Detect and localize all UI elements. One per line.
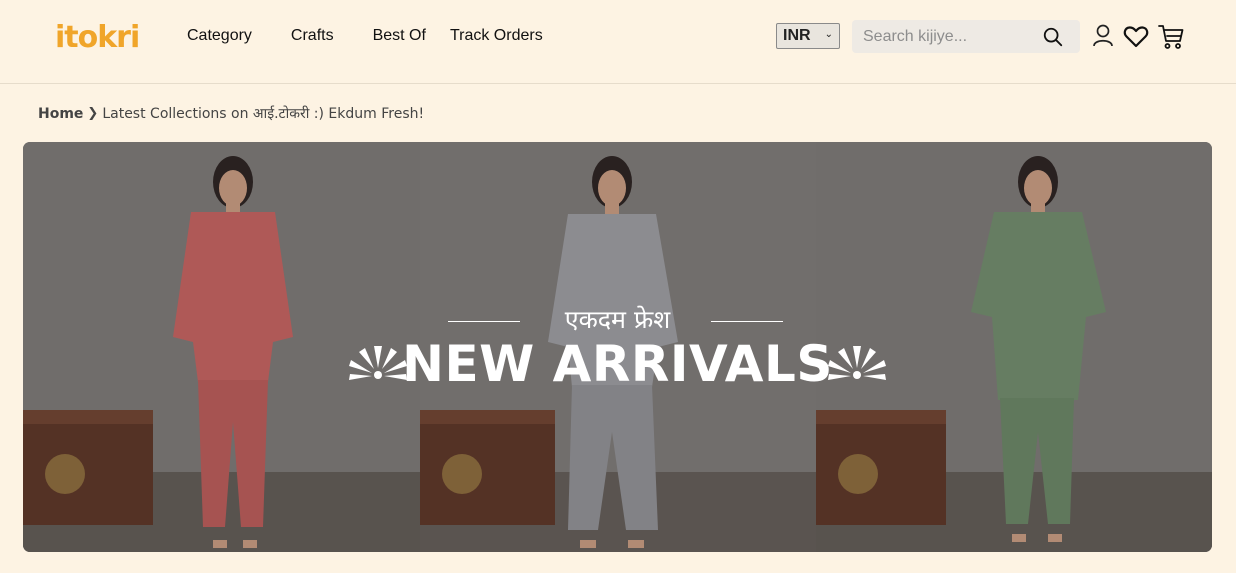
search-bar: [852, 20, 1080, 53]
burst-icon: [828, 346, 886, 380]
cart-icon[interactable]: [1157, 22, 1185, 50]
breadcrumb-home-link[interactable]: Home: [38, 106, 83, 122]
nav-category[interactable]: Category: [187, 26, 252, 46]
new-arrivals-banner[interactable]: एकदम फ्रेश NEW ARRIVALS: [23, 142, 1212, 552]
banner-title: NEW ARRIVALS: [402, 335, 833, 393]
site-header: itokri Category Crafts Best Of Track Ord…: [0, 0, 1236, 84]
currency-select[interactable]: INR ⌄: [776, 23, 840, 49]
banner-eyebrow: एकदम फ्रेश: [564, 305, 671, 334]
breadcrumb-current: Latest Collections on आई.टोकरी :) Ekdum …: [102, 106, 425, 122]
heart-icon[interactable]: [1122, 22, 1150, 50]
user-icon[interactable]: [1090, 22, 1118, 50]
nav-best-of[interactable]: Best Of: [373, 26, 426, 46]
nav-track-orders[interactable]: Track Orders: [450, 26, 543, 46]
brand-logo-text: itokri: [55, 19, 140, 55]
brand-logo[interactable]: itokri: [55, 12, 140, 62]
search-input[interactable]: [861, 26, 1045, 47]
chevron-down-icon: ⌄: [824, 29, 833, 40]
breadcrumb: Home ❯ Latest Collections on आई.टोकरी :)…: [38, 104, 424, 123]
nav-crafts[interactable]: Crafts: [291, 26, 334, 46]
chevron-right-icon: ❯: [87, 106, 99, 121]
search-icon[interactable]: [1042, 26, 1064, 48]
main-nav: Category Crafts Best Of Track Orders: [187, 26, 543, 46]
currency-value: INR: [783, 27, 811, 44]
